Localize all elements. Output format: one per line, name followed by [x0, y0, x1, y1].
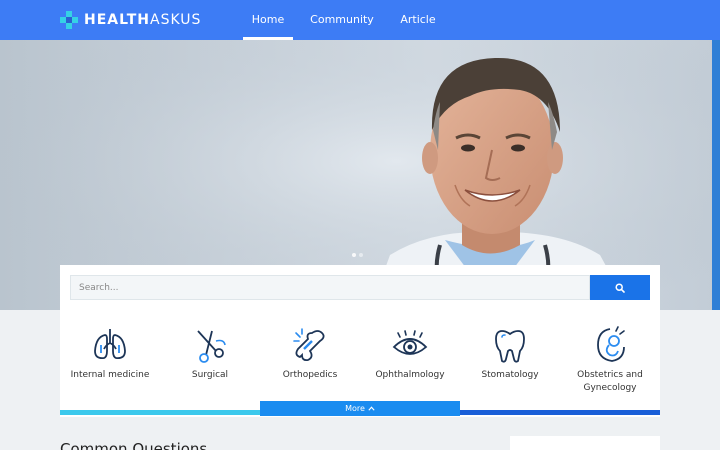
search-panel: Internal medicine Surgical Orthopedics — [60, 265, 660, 417]
chevron-up-icon — [368, 406, 375, 411]
category-list: Internal medicine Surgical Orthopedics O… — [60, 325, 660, 395]
surgical-scissors-icon — [197, 330, 226, 363]
main-nav: Home Community Article — [243, 0, 445, 40]
logo-wordmark: HEALTHASKUS — [84, 12, 202, 28]
carousel-dot[interactable] — [352, 253, 356, 257]
search-button[interactable] — [590, 275, 650, 300]
search-icon — [615, 282, 625, 293]
category-label: Internal medicine — [70, 370, 150, 380]
category-surgical[interactable]: Surgical — [160, 325, 260, 395]
hero-edge-bar — [712, 40, 720, 310]
carousel-dots[interactable] — [352, 253, 363, 257]
category-label: Surgical — [191, 370, 229, 380]
category-label: Orthopedics — [282, 370, 338, 380]
section-title-common-questions: Common Questions — [60, 440, 208, 450]
category-label: Ophthalmology — [375, 370, 445, 380]
category-internal-medicine[interactable]: Internal medicine — [60, 325, 160, 395]
tooth-icon — [495, 330, 525, 363]
category-orthopedics[interactable]: Orthopedics — [260, 325, 360, 395]
top-navbar: HEALTHASKUS Home Community Article — [0, 0, 720, 40]
category-obstetrics-gynecology[interactable]: Obstetrics and Gynecology — [560, 325, 660, 395]
bone-icon — [293, 328, 325, 362]
nav-home[interactable]: Home — [243, 0, 293, 40]
sidebar-card — [510, 436, 660, 450]
category-label: Stomatology — [481, 370, 539, 380]
nav-article[interactable]: Article — [391, 0, 445, 40]
carousel-dot[interactable] — [359, 253, 363, 257]
eye-icon — [392, 330, 428, 355]
category-label: Obstetrics and Gynecology — [577, 370, 643, 393]
more-button[interactable]: More — [260, 401, 460, 416]
nav-community[interactable]: Community — [293, 0, 391, 40]
search-input[interactable] — [70, 275, 590, 300]
fetus-icon — [597, 326, 625, 362]
site-logo[interactable]: HEALTHASKUS — [60, 10, 201, 30]
category-ophthalmology[interactable]: Ophthalmology — [360, 325, 460, 395]
medical-cross-logo-icon — [60, 11, 78, 29]
more-label: More — [345, 404, 365, 413]
lungs-icon — [94, 329, 126, 360]
category-stomatology[interactable]: Stomatology — [460, 325, 560, 395]
